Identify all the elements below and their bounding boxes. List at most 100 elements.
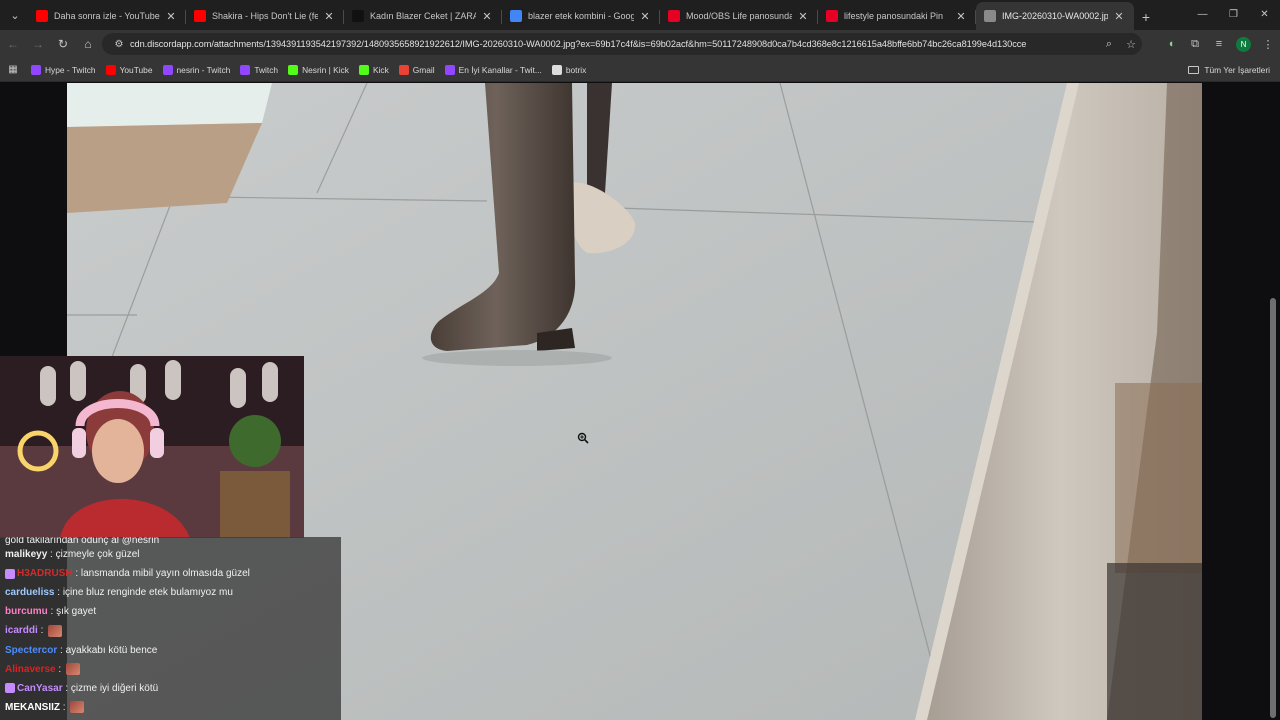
tab-close-icon[interactable]: ✕ (638, 10, 652, 23)
browser-tab[interactable]: Shakira - Hips Don't Lie (featuri ✕ (186, 2, 344, 30)
bookmark-item[interactable]: YouTube (101, 64, 158, 75)
forward-icon[interactable]: → (26, 32, 50, 56)
chat-username[interactable]: CanYasar (17, 683, 63, 694)
bookmark-item[interactable]: Gmail (394, 64, 440, 75)
tab-close-icon[interactable]: ✕ (322, 10, 336, 23)
bookmark-item[interactable]: Kick (354, 64, 394, 75)
chat-badge-icon (5, 568, 15, 579)
chat-message: Alinaverse : (0, 660, 341, 679)
address-bar[interactable]: ⚙ cdn.discordapp.com/attachments/1394391… (102, 33, 1142, 55)
zara-icon (352, 10, 364, 22)
chat-username[interactable]: cardueliss (5, 587, 54, 598)
apps-grid-icon[interactable]: ▦ (0, 64, 26, 75)
chat-message: MEKANSIIZ : (0, 698, 341, 717)
bookmark-item[interactable]: nesrin - Twitch (158, 64, 236, 75)
browser-tab[interactable]: Daha sonra izle - YouTube ✕ (28, 2, 186, 30)
chat-message: H3ADRUSH : lansmanda mibil yayın olmasıd… (0, 564, 341, 583)
chat-username[interactable]: malikeyy (5, 549, 47, 560)
new-tab-button[interactable]: + (1134, 4, 1158, 30)
globe-icon (984, 10, 996, 22)
bookmark-item[interactable]: En İyi Kanallar - Twit... (440, 64, 547, 75)
tab-close-icon[interactable]: ✕ (954, 10, 968, 23)
tab-title: Kadın Blazer Ceket | ZARA Türk (370, 11, 476, 21)
tab-title: Shakira - Hips Don't Lie (featuri (212, 11, 318, 21)
chat-username[interactable]: H3ADRUSH (17, 568, 73, 579)
back-icon[interactable]: ← (1, 32, 25, 56)
chat-text: : ayakkabı kötü bence (57, 644, 158, 656)
tab-title: IMG-20260310-WA0002.jpg (4 (1002, 11, 1108, 21)
chat-username[interactable]: icarddi (5, 625, 38, 636)
tab-close-icon[interactable]: ✕ (164, 10, 178, 23)
chat-username[interactable]: burcumu (5, 606, 48, 617)
window-controls: — ❐ ✕ (1187, 0, 1280, 28)
youtube-icon (194, 10, 206, 22)
chat-message: burcumu : şık gayet (0, 602, 341, 621)
chat-text: : (55, 663, 64, 675)
chat-message: CanYasar : çizme iyi diğeri kötü (0, 679, 341, 698)
twitch-icon (162, 64, 173, 75)
browser-tab[interactable]: IMG-20260310-WA0002.jpg (4 ✕ (976, 2, 1134, 30)
tab-title: blazer etek kombini - Google'd (528, 11, 634, 21)
bookmark-label: Gmail (412, 64, 435, 75)
bookmarks-bar: ▦ Hype - Twitch YouTube nesrin - Twitch Twi… (0, 58, 1280, 82)
chat-text: : şık gayet (47, 606, 97, 618)
folder-icon (1188, 66, 1200, 74)
media-controls-icon[interactable]: ≡ (1207, 38, 1231, 50)
browser-tab[interactable]: Mood/OBS Life panosundaki P ✕ (660, 2, 818, 30)
tab-title: lifestyle panosundaki Pin (844, 11, 944, 21)
reload-icon[interactable]: ↻ (51, 32, 75, 56)
bookmark-label: botrix (565, 64, 587, 75)
profile-avatar[interactable]: N (1236, 36, 1251, 52)
twitch-icon (444, 64, 455, 75)
tab-search-icon[interactable]: ⌄ (2, 2, 28, 28)
bookmark-label: En İyi Kanallar - Twit... (458, 64, 542, 75)
browser-tab[interactable]: Kadın Blazer Ceket | ZARA Türk ✕ (344, 2, 502, 30)
tab-close-icon[interactable]: ✕ (796, 10, 810, 23)
home-icon[interactable]: ⌂ (76, 32, 100, 56)
chat-message: cardueliss : içine bluz renginde etek bu… (0, 583, 341, 602)
browser-tab[interactable]: lifestyle panosundaki Pin ✕ (818, 2, 976, 30)
browser-tab[interactable]: blazer etek kombini - Google'd ✕ (502, 2, 660, 30)
menu-icon[interactable]: ⋮ (1256, 38, 1280, 51)
url-text[interactable]: cdn.discordapp.com/attachments/139439119… (130, 39, 1098, 49)
minimize-icon[interactable]: — (1187, 0, 1218, 28)
scrollbar[interactable] (1270, 298, 1276, 718)
all-bookmarks-label: Tüm Yer İşaretleri (1204, 65, 1270, 75)
twitch-icon (240, 64, 251, 75)
extensions-icon[interactable]: ⧉ (1183, 38, 1207, 51)
botrix-icon (551, 64, 562, 75)
kick-icon (358, 64, 369, 75)
bookmark-label: Hype - Twitch (45, 64, 96, 75)
bookmark-star-icon[interactable]: ☆ (1120, 38, 1142, 51)
youtube-icon (105, 64, 116, 75)
close-window-icon[interactable]: ✕ (1249, 0, 1280, 28)
gmail-icon (398, 64, 409, 75)
bookmark-item[interactable]: Hype - Twitch (26, 64, 101, 75)
restore-icon[interactable]: ❐ (1218, 0, 1249, 28)
media-sound-icon[interactable]: ◖ (1159, 38, 1183, 50)
bookmark-item[interactable]: Twitch (235, 64, 283, 75)
toolbar-right: ◖ ⧉ ≡ N ⋮ (1159, 30, 1280, 58)
zoom-icon[interactable]: ⌕ (1098, 38, 1120, 51)
bookmark-label: Kick (372, 64, 389, 75)
chat-username[interactable]: Spectercor (5, 645, 57, 656)
bookmark-item[interactable]: botrix (547, 64, 591, 75)
site-info-icon[interactable]: ⚙ (108, 39, 130, 50)
tab-close-icon[interactable]: ✕ (480, 10, 494, 23)
webcam-render (0, 356, 304, 538)
bookmark-label: YouTube (119, 64, 153, 75)
kick-icon (288, 64, 299, 75)
chat-message: Spectercor : ayakkabı kötü bence (0, 640, 341, 659)
all-bookmarks[interactable]: Tüm Yer İşaretleri (1188, 58, 1270, 82)
tab-close-icon[interactable]: ✕ (1112, 10, 1126, 23)
webcam-overlay (0, 356, 304, 538)
chat-username[interactable]: Alinaverse (5, 664, 56, 675)
chat-message: malikeyy : çizmeyle çok güzel (0, 545, 341, 564)
bookmark-item[interactable]: Nesrin | Kick (283, 64, 354, 75)
chat-username[interactable]: MEKANSIIZ (5, 702, 60, 713)
youtube-icon (36, 10, 48, 22)
chat-emote-icon (65, 663, 80, 676)
bookmark-label: nesrin - Twitch (176, 64, 231, 75)
bookmark-label: Twitch (254, 64, 279, 75)
chat-overlay: gold takilarından ödünç al @nesrin malik… (0, 537, 341, 720)
